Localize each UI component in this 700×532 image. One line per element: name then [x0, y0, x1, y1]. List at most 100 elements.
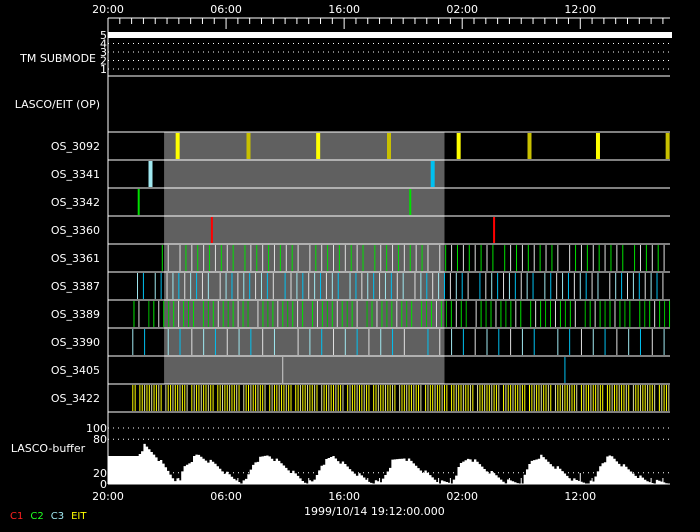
event-mark — [207, 273, 209, 299]
event-mark — [226, 245, 228, 271]
event-mark — [335, 385, 337, 411]
event-mark — [521, 245, 523, 271]
event-mark — [439, 329, 441, 355]
event-mark — [604, 245, 606, 271]
shaded-interval — [164, 132, 445, 384]
event-mark — [380, 329, 382, 355]
event-mark — [451, 245, 453, 271]
event-mark — [161, 245, 163, 271]
event-mark — [333, 245, 335, 271]
event-mark — [559, 385, 561, 411]
event-mark — [373, 385, 375, 411]
event-mark — [316, 301, 318, 327]
event-mark — [167, 245, 169, 271]
event-mark — [191, 245, 193, 271]
event-mark — [366, 385, 368, 411]
event-mark — [167, 385, 169, 411]
event-mark — [639, 385, 641, 411]
event-mark — [309, 329, 311, 355]
event-mark — [222, 385, 224, 411]
event-mark — [535, 301, 537, 327]
row-label-os_3389: OS_3389 — [51, 308, 100, 321]
event-mark — [538, 385, 540, 411]
legend-item-eit: EIT — [71, 511, 87, 522]
event-mark — [351, 385, 353, 411]
row-label-os_3092: OS_3092 — [51, 140, 100, 153]
event-mark — [480, 245, 482, 271]
timeline-chart: 20:00 20:00 06:00 06:00 16:00 16:00 02:00 02:00… — [11, 3, 672, 503]
event-mark — [524, 385, 526, 411]
event-mark — [559, 301, 561, 327]
event-mark — [380, 385, 382, 411]
buffer-tick-label: 0 — [100, 478, 107, 491]
event-mark — [346, 301, 348, 327]
event-mark — [614, 385, 616, 411]
event-mark — [190, 273, 192, 299]
event-mark — [267, 301, 269, 327]
row-label-os_3360: OS_3360 — [51, 224, 100, 237]
event-mark — [604, 301, 606, 327]
event-mark — [344, 329, 346, 355]
event-mark — [307, 385, 309, 411]
bottom-tick-label: 20:00 — [92, 490, 124, 503]
event-mark — [262, 301, 264, 327]
event-mark — [411, 301, 413, 327]
event-mark — [287, 301, 289, 327]
event-mark — [175, 133, 180, 159]
event-mark — [545, 301, 547, 327]
event-mark — [426, 301, 428, 327]
event-mark — [445, 245, 447, 271]
event-mark — [599, 301, 601, 327]
event-mark — [664, 301, 666, 327]
event-mark — [347, 385, 349, 411]
event-mark — [250, 329, 252, 355]
event-mark — [628, 385, 630, 411]
event-mark — [283, 385, 285, 411]
event-mark — [337, 273, 339, 299]
event-mark — [533, 385, 535, 411]
event-mark — [361, 273, 363, 299]
event-mark — [440, 301, 442, 327]
event-mark — [488, 385, 490, 411]
event-mark — [358, 385, 360, 411]
event-mark — [207, 385, 209, 411]
event-mark — [566, 385, 568, 411]
event-mark — [622, 245, 624, 271]
event-mark — [331, 301, 333, 327]
event-mark — [465, 385, 467, 411]
event-mark — [203, 329, 205, 355]
event-mark — [551, 245, 553, 271]
event-mark — [302, 301, 304, 327]
event-mark — [530, 301, 532, 327]
event-mark — [562, 385, 564, 411]
event-mark — [477, 385, 479, 411]
event-mark — [597, 385, 599, 411]
event-mark — [592, 329, 594, 355]
event-mark — [625, 385, 627, 411]
event-mark — [276, 385, 278, 411]
event-mark — [575, 245, 577, 271]
event-mark — [391, 301, 393, 327]
event-mark — [623, 385, 625, 411]
event-mark — [436, 385, 438, 411]
event-mark — [604, 329, 606, 355]
event-mark — [451, 329, 453, 355]
event-mark — [380, 245, 382, 271]
event-mark — [392, 385, 394, 411]
event-mark — [151, 385, 153, 411]
event-mark — [638, 273, 640, 299]
event-mark — [356, 329, 358, 355]
event-mark — [144, 385, 146, 411]
event-mark — [316, 385, 318, 411]
event-mark — [504, 245, 506, 271]
event-mark — [220, 245, 222, 271]
event-mark — [495, 301, 497, 327]
event-mark — [325, 273, 327, 299]
event-mark — [356, 245, 358, 271]
event-mark — [134, 385, 136, 411]
event-mark — [242, 301, 244, 327]
event-mark — [650, 273, 652, 299]
event-mark — [366, 301, 368, 327]
event-mark — [340, 385, 342, 411]
event-mark — [517, 385, 519, 411]
